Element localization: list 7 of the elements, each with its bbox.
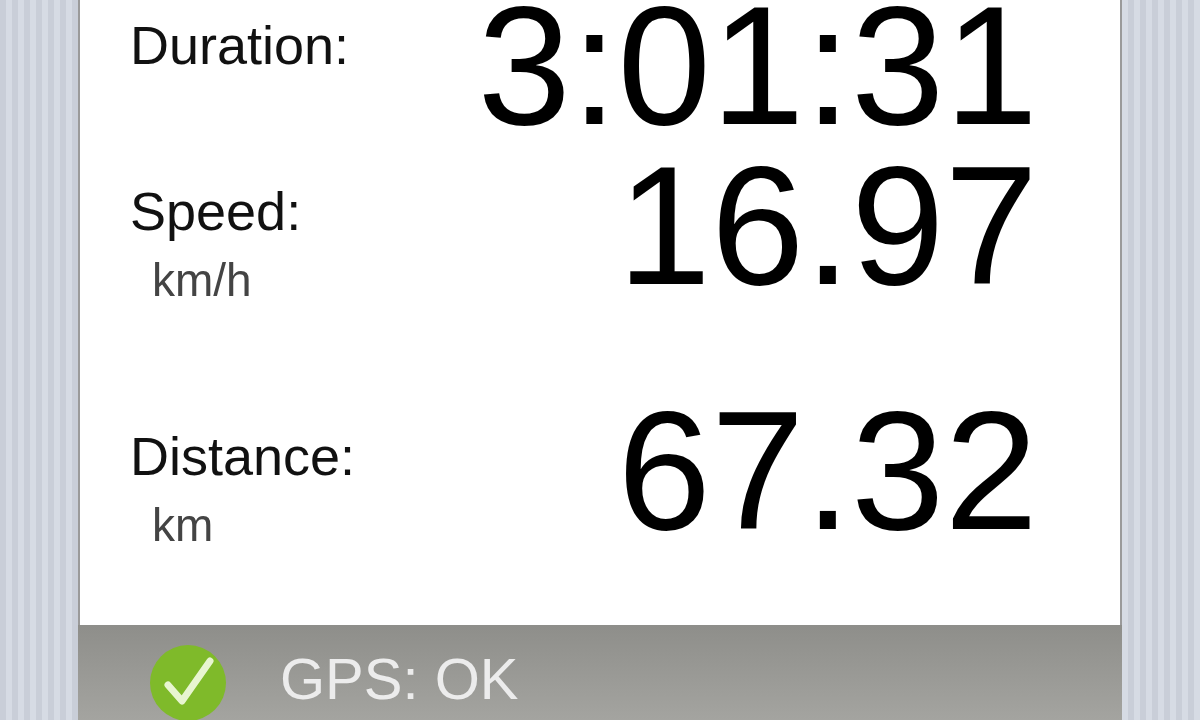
unit-label: km/h	[152, 255, 253, 306]
measurement-label: Distance:	[130, 427, 356, 487]
unit-label: km	[152, 500, 215, 551]
measurement-label: Speed:	[130, 182, 302, 242]
measurement-label: Duration:	[130, 16, 350, 76]
measurement-value: 67.32	[617, 387, 1038, 555]
status-text: GPS: OK	[280, 647, 519, 711]
